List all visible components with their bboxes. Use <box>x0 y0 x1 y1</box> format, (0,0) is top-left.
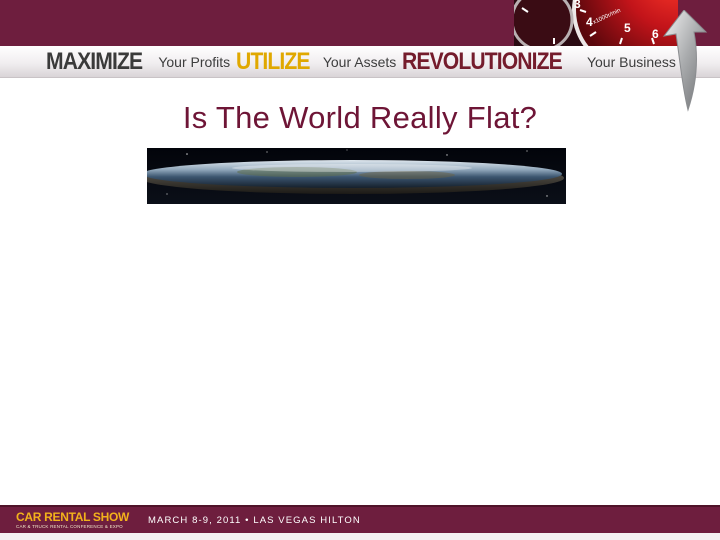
footer-bottom-strip <box>0 533 720 540</box>
gauge-mark-3: 3 <box>574 0 581 11</box>
tagline-revolutionize: REVOLUTIONIZE <box>402 47 563 75</box>
tagline-band: MAXIMIZE Your Profits UTILIZE Your Asset… <box>0 46 720 78</box>
tagline-maximize: MAXIMIZE <box>46 47 143 75</box>
tagline-your-assets: Your Assets <box>322 53 397 70</box>
brand-name: CAR RENTAL SHOW <box>16 510 130 524</box>
tagline-utilize: UTILIZE <box>236 47 310 75</box>
slide-title: Is The World Really Flat? <box>182 100 538 135</box>
event-details: MARCH 8-9, 2011 • LAS VEGAS HILTON <box>148 515 361 526</box>
tagline-your-profits: Your Profits <box>158 53 231 70</box>
car-rental-show-logo: CAR RENTAL SHOW CAR & TRUCK RENTAL CONFE… <box>16 511 129 529</box>
curved-arrow-icon <box>648 9 720 114</box>
gauge-mark-4: 4 <box>586 15 593 29</box>
footer-band: CAR RENTAL SHOW CAR & TRUCK RENTAL CONFE… <box>0 505 720 533</box>
gauge-mark-5: 5 <box>624 21 631 35</box>
brand-subtitle: CAR & TRUCK RENTAL CONFERENCE & EXPO <box>16 524 123 529</box>
flat-earth-image <box>147 148 566 204</box>
